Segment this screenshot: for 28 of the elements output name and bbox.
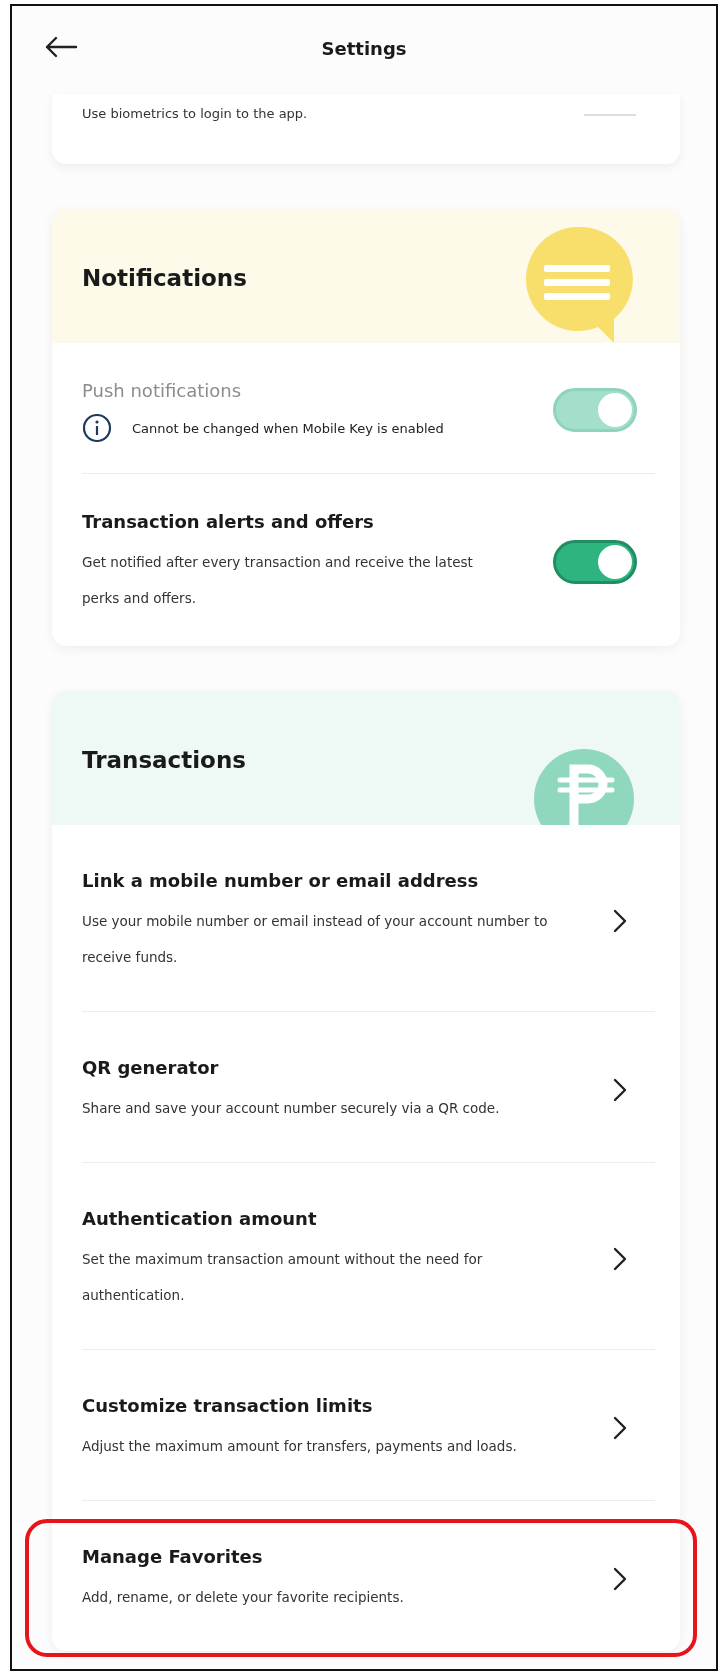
setting-title: Manage Favorites [82,1545,264,1569]
setting-description: Adjust the maximum amount for transfers, payments and loads. [82,1437,518,1456]
setting-description: Set the maximum transaction amount without the need for authentication. [82,1250,484,1305]
setting-description: Get notified after every transaction and receive the latest perks and offers. [82,553,474,608]
setting-title: Link a mobile number or email address [82,869,480,893]
chevron-right-icon [613,909,627,933]
setting-description: Use your mobile number or email instead of your account number to receive funds. [82,912,549,967]
chevron-right-icon [613,1247,627,1271]
toggle-edge [584,114,636,116]
setting-description: Share and save your account number securely via a QR code. [82,1099,501,1118]
setting-title: Transaction alerts and offers [82,510,375,534]
screen-title: Settings [321,37,407,59]
info-note: Cannot be changed when Mobile Key is enabled [132,420,444,436]
setting-description: Use biometrics to login to the app. [82,106,308,121]
section-title: Notifications [82,265,247,291]
section-title: Transactions [82,747,246,773]
setting-description: Add, rename, or delete your favorite recipients. [82,1588,405,1607]
peso-coin-icon [532,747,636,825]
chevron-right-icon [613,1567,627,1591]
setting-title: Push notifications [82,379,243,403]
setting-title: QR generator [82,1056,220,1080]
info-icon [82,413,112,443]
toggle-switch[interactable] [553,540,637,584]
back-arrow-icon [44,36,78,58]
chevron-right-icon [613,1416,627,1440]
setting-title: Customize transaction limits [82,1394,374,1418]
chevron-right-icon [613,1078,627,1102]
setting-title: Authentication amount [82,1207,318,1231]
